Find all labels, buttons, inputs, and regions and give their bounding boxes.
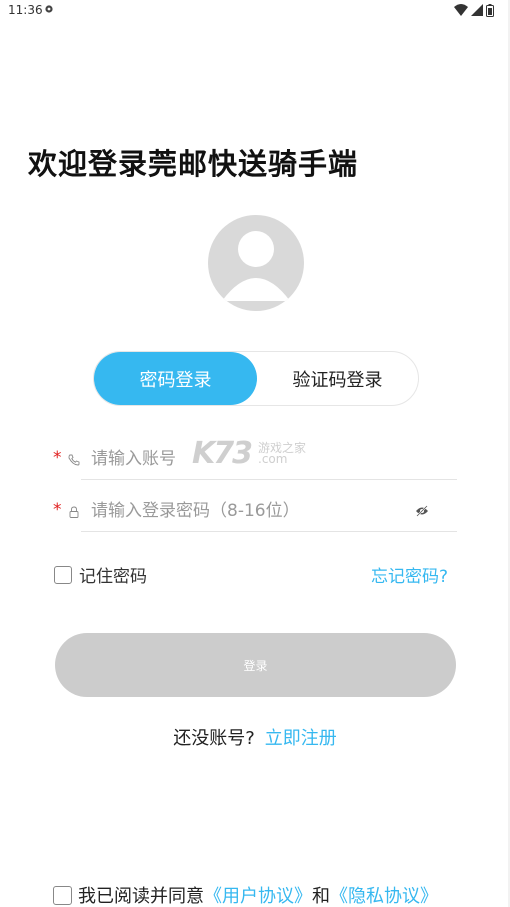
eye-off-icon[interactable] <box>415 505 429 517</box>
remember-checkbox[interactable] <box>54 565 72 584</box>
register-question: 还没账号? <box>173 728 255 749</box>
login-button[interactable]: 登录 <box>55 633 456 697</box>
signal-icon <box>471 4 483 16</box>
status-bar: 11:36 <box>0 0 510 22</box>
register-link[interactable]: 立即注册 <box>265 728 337 749</box>
status-icons <box>454 3 494 17</box>
password-input[interactable] <box>91 492 421 530</box>
watermark-brand: K73 <box>192 436 253 471</box>
agreement-row: 我已阅读并同意 《用户协议》 和 《隐私协议》 <box>53 882 438 907</box>
page-title: 欢迎登录莞邮快送骑手端 <box>28 147 359 181</box>
tab-code-login[interactable]: 验证码登录 <box>257 352 418 405</box>
required-mark: * <box>53 448 62 468</box>
password-underline <box>81 531 457 532</box>
user-agreement-link[interactable]: 《用户协议》 <box>204 882 312 907</box>
agreement-prefix: 我已阅读并同意 <box>78 886 204 907</box>
remember-password[interactable]: 记住密码 <box>54 562 147 587</box>
tab-password-login[interactable]: 密码登录 <box>94 352 257 405</box>
privacy-policy-link[interactable]: 《隐私协议》 <box>330 882 438 907</box>
register-row: 还没账号? 立即注册 <box>0 724 510 750</box>
phone-icon <box>68 454 80 466</box>
watermark-sub2: .com <box>258 452 288 466</box>
login-page: 11:36 欢迎登录莞邮快送骑手端 密码登录 验证码登录 * K73 游戏之家 <box>0 0 510 907</box>
remember-label: 记住密码 <box>79 567 147 587</box>
status-time: 11:36 <box>8 3 43 17</box>
forgot-password-link[interactable]: 忘记密码? <box>371 562 448 587</box>
battery-icon <box>486 3 494 17</box>
agreement-checkbox[interactable] <box>53 885 72 905</box>
account-field: * <box>53 440 457 480</box>
wifi-icon <box>454 4 468 16</box>
account-input[interactable] <box>91 440 421 478</box>
settings-gear-icon <box>45 5 53 13</box>
agreement-and: 和 <box>312 886 330 907</box>
login-mode-tabs: 密码登录 验证码登录 <box>93 351 419 406</box>
avatar[interactable] <box>208 215 304 311</box>
required-mark: * <box>53 500 62 520</box>
account-underline <box>81 479 457 480</box>
lock-icon <box>69 506 79 518</box>
password-field: * <box>53 492 457 532</box>
user-avatar-icon <box>222 231 290 301</box>
